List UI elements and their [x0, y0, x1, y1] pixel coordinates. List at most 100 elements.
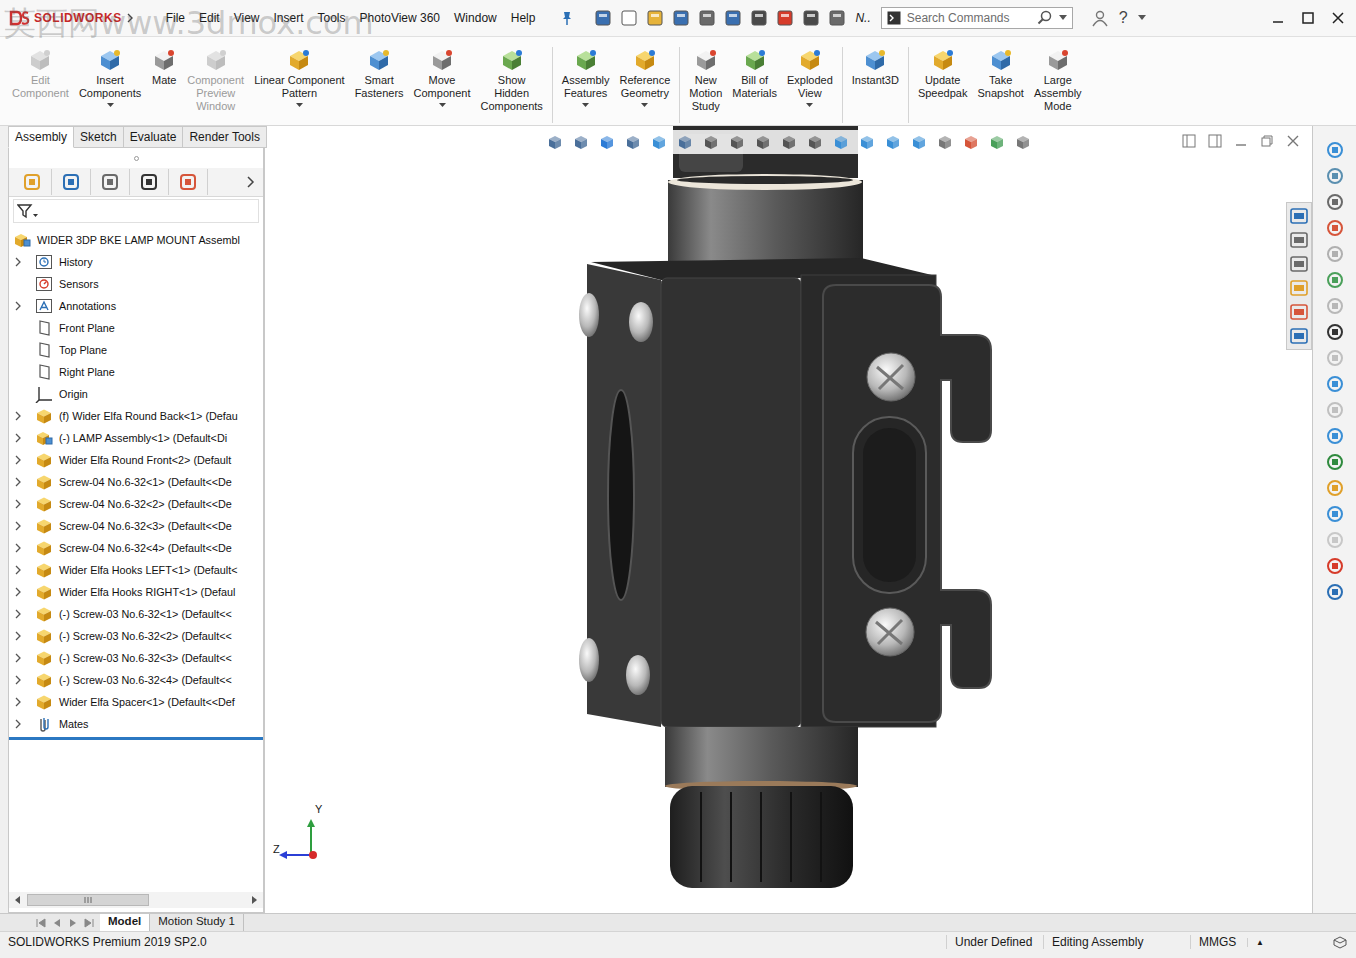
expand-arrow-icon[interactable] [13, 543, 23, 553]
appearances-icon[interactable] [1289, 302, 1309, 322]
dropdown-caret-icon[interactable] [296, 103, 303, 108]
menu-item[interactable]: File [160, 9, 191, 27]
file-properties-icon[interactable] [801, 8, 821, 28]
tree-item[interactable]: Top Plane [9, 339, 263, 361]
expand-arrow-icon[interactable] [13, 521, 23, 531]
undo-icon[interactable] [723, 8, 743, 28]
open-icon[interactable] [645, 8, 665, 28]
toolbox-icon[interactable] [1325, 166, 1345, 186]
design-library-tab-icon[interactable] [1289, 230, 1309, 250]
tree-item[interactable]: Mates [9, 713, 263, 735]
ribbon-button[interactable]: AssemblyFeatures [558, 47, 614, 123]
expand-arrow-icon[interactable] [13, 411, 23, 421]
expand-arrow-icon[interactable] [13, 455, 23, 465]
interference-icon[interactable] [1325, 400, 1345, 420]
command-tab[interactable]: Sketch [74, 126, 124, 148]
tree-item[interactable]: (-) Screw-03 No.6-32<2> (Default<< [9, 625, 263, 647]
close-icon[interactable] [1330, 10, 1346, 26]
panel-tab[interactable] [91, 169, 130, 195]
document-tab[interactable]: Motion Study 1 [150, 914, 244, 931]
minimize-icon[interactable] [1270, 10, 1286, 26]
expand-arrow-icon[interactable] [13, 719, 23, 729]
view-right-icon[interactable] [779, 132, 799, 152]
expand-arrow-icon[interactable] [13, 433, 23, 443]
section-view-icon[interactable] [649, 132, 669, 152]
view-left-icon[interactable] [753, 132, 773, 152]
search-dropdown-icon[interactable] [1059, 15, 1067, 21]
panel-tab[interactable] [52, 169, 91, 195]
filter-icon[interactable] [17, 203, 39, 219]
tree-item[interactable]: (-) Screw-03 No.6-32<3> (Default<< [9, 647, 263, 669]
panel-splitter[interactable] [9, 148, 263, 168]
dynamic-annotation-icon[interactable] [675, 132, 695, 152]
custom-properties-icon[interactable] [1289, 326, 1309, 346]
previous-tab-icon[interactable] [50, 917, 64, 929]
home-icon[interactable] [593, 8, 613, 28]
file-explorer-tab-icon[interactable] [1289, 254, 1309, 274]
ribbon-button[interactable]: ShowHiddenComponents [476, 47, 546, 123]
more-tabs-icon[interactable] [245, 175, 255, 189]
edit-appearance-icon[interactable] [961, 132, 981, 152]
tree-item[interactable]: History [9, 251, 263, 273]
view-orientation-icon[interactable] [883, 132, 903, 152]
sum-icon[interactable] [1325, 322, 1345, 342]
design-library-icon[interactable] [1325, 140, 1345, 160]
pin-icon[interactable] [559, 10, 575, 26]
tree-item[interactable]: Wider Elfa Hooks LEFT<1> (Default< [9, 559, 263, 581]
maximize-icon[interactable] [1300, 10, 1316, 26]
costing-icon[interactable] [1325, 426, 1345, 446]
document-tab[interactable]: Model [100, 914, 150, 931]
hook-plate[interactable] [823, 285, 991, 722]
unit-system[interactable]: MMGS [1190, 935, 1247, 949]
view-cube-icon[interactable] [831, 132, 851, 152]
component-library-icon[interactable] [1325, 244, 1345, 264]
graphics-area[interactable]: YZ [264, 126, 1312, 913]
knob[interactable] [670, 786, 853, 888]
expand-arrow-icon[interactable] [13, 697, 23, 707]
expand-arrow-icon[interactable] [13, 631, 23, 641]
tree-item[interactable]: Screw-04 No.6-32<4> (Default<<De [9, 537, 263, 559]
doc-close-icon[interactable] [1286, 134, 1300, 148]
expand-arrow-icon[interactable] [13, 477, 23, 487]
help-dropdown-icon[interactable] [1138, 15, 1146, 21]
tree-item[interactable]: Front Plane [9, 317, 263, 339]
ribbon-button[interactable]: UpdateSpeedpak [914, 47, 972, 123]
help-button[interactable]: ? [1117, 9, 1130, 27]
split-left-icon[interactable] [1182, 134, 1196, 148]
tree-item[interactable]: Screw-04 No.6-32<1> (Default<<De [9, 471, 263, 493]
ribbon-button[interactable]: LargeAssemblyMode [1030, 47, 1086, 123]
measure-icon[interactable] [1325, 374, 1345, 394]
menu-item[interactable]: Insert [268, 9, 310, 27]
print-icon[interactable] [697, 8, 717, 28]
tree-item[interactable]: (-) LAMP Assembly<1> (Default<Di [9, 427, 263, 449]
display-style-icon[interactable] [909, 132, 929, 152]
unit-menu-button[interactable]: ▲ [1247, 938, 1324, 947]
tree-item[interactable]: Wider Elfa Spacer<1> (Default<<Def [9, 691, 263, 713]
expand-arrow-icon[interactable] [13, 675, 23, 685]
dropdown-caret-icon[interactable] [439, 103, 446, 108]
options-icon[interactable] [827, 8, 847, 28]
panel-tab[interactable] [13, 169, 52, 195]
ribbon-button[interactable]: ReferenceGeometry [616, 47, 675, 123]
apply-scene-icon[interactable] [987, 132, 1007, 152]
explode-icon[interactable] [1325, 348, 1345, 368]
tree-item[interactable]: Annotations [9, 295, 263, 317]
menu-item[interactable]: View [228, 9, 266, 27]
ribbon-button[interactable]: Mate [147, 47, 181, 123]
zoom-to-fit-icon[interactable] [545, 132, 565, 152]
ribbon-button[interactable]: SmartFasteners [351, 47, 408, 123]
lamp-mount-model[interactable] [265, 126, 1312, 913]
tree-item[interactable]: Screw-04 No.6-32<2> (Default<<De [9, 493, 263, 515]
menu-expand-icon[interactable] [126, 13, 134, 23]
quick-tips-icon[interactable] [1332, 935, 1348, 949]
tree-item[interactable]: Origin [9, 383, 263, 405]
expand-arrow-icon[interactable] [13, 499, 23, 509]
menu-item[interactable]: PhotoView 360 [354, 9, 447, 27]
menu-item[interactable]: Window [448, 9, 503, 27]
dropdown-caret-icon[interactable] [582, 103, 589, 108]
panel-tab[interactable] [169, 169, 208, 195]
performance-icon[interactable] [1325, 218, 1345, 238]
tree-item[interactable]: Screw-04 No.6-32<3> (Default<<De [9, 515, 263, 537]
dropdown-caret-icon[interactable] [107, 103, 114, 108]
resources-home-icon[interactable] [1289, 206, 1309, 226]
